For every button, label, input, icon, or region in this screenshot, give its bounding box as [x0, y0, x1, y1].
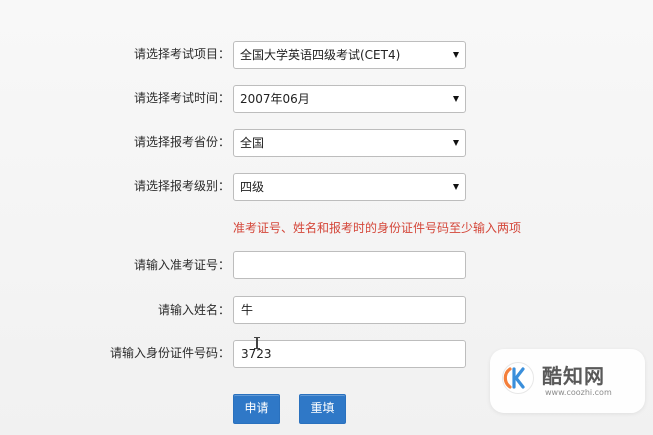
- province-value: 全国: [240, 136, 265, 150]
- level-select[interactable]: 四级: [233, 173, 466, 201]
- exam-item-value: 全国大学英语四级考试(CET4): [240, 48, 401, 62]
- id-number-input[interactable]: 3723: [233, 340, 466, 368]
- watermark-url: www.coozhi.com: [545, 388, 612, 397]
- exam-item-select[interactable]: 全国大学英语四级考试(CET4): [233, 41, 466, 69]
- chevron-down-icon: [453, 96, 459, 102]
- province-select[interactable]: 全国: [233, 129, 466, 157]
- id-number-value: 3723: [241, 347, 272, 361]
- submit-button[interactable]: 申请: [233, 394, 280, 424]
- chevron-down-icon: [453, 52, 459, 58]
- level-label: 请选择报考级别：: [133, 179, 230, 193]
- reset-button[interactable]: 重填: [299, 394, 346, 424]
- text-cursor-icon: [254, 337, 260, 349]
- name-input[interactable]: 牛: [233, 296, 466, 324]
- exam-time-select[interactable]: 2007年06月: [233, 85, 466, 113]
- id-number-label: 请输入身份证件号码：: [109, 346, 230, 360]
- watermark-text: 酷知网: [542, 364, 605, 388]
- exam-item-label: 请选择考试项目：: [133, 47, 230, 61]
- watermark: 酷知网 www.coozhi.com: [490, 349, 645, 413]
- kuzhi-logo-icon: [502, 362, 534, 394]
- name-label: 请输入姓名：: [157, 303, 230, 317]
- validation-hint: 准考证号、姓名和报考时的身份证件号码至少输入两项: [233, 221, 522, 235]
- level-value: 四级: [240, 180, 265, 194]
- form-page: 请选择考试项目： 全国大学英语四级考试(CET4) 请选择考试时间： 2007年…: [0, 0, 653, 435]
- chevron-down-icon: [453, 140, 459, 146]
- exam-time-label: 请选择考试时间：: [133, 91, 230, 105]
- province-label: 请选择报考省份：: [133, 135, 230, 149]
- name-value: 牛: [241, 303, 254, 317]
- ticket-label: 请输入准考证号：: [133, 258, 230, 272]
- ticket-number-input[interactable]: [233, 251, 466, 279]
- exam-time-value: 2007年06月: [240, 92, 310, 106]
- chevron-down-icon: [453, 184, 459, 190]
